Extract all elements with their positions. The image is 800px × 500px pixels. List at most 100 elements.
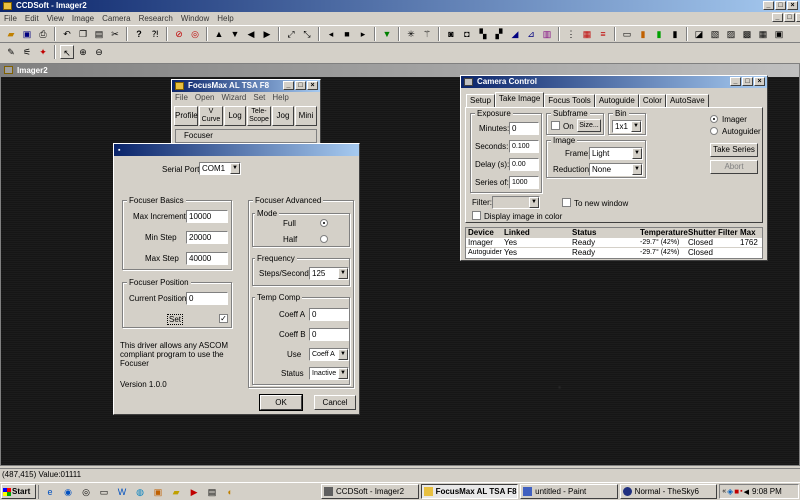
arrow-right-icon[interactable]: ▶ [260, 27, 274, 41]
arrow-up-icon[interactable]: ▲ [212, 27, 226, 41]
histogram-icon[interactable]: ◢ [508, 27, 522, 41]
zoom-in-icon[interactable]: ⊕ [76, 45, 90, 59]
max-increment-field[interactable]: 10000 [186, 210, 228, 223]
mdi-minimize-button[interactable]: _ [772, 13, 783, 22]
tray-arrow-icon[interactable]: « [722, 488, 726, 495]
display-color-checkbox[interactable] [472, 211, 481, 220]
expand-icon[interactable]: ⤢ [284, 27, 298, 41]
mosaic-icon[interactable]: ▩ [740, 27, 754, 41]
filter-select[interactable]: ▼ [492, 196, 540, 209]
volume-icon[interactable]: ◀ [744, 488, 749, 496]
app-icon-2[interactable]: ▶ [187, 485, 201, 499]
program-icon[interactable]: ▣ [151, 485, 165, 499]
clock[interactable]: 9:08 PM [752, 487, 782, 496]
set-checkbox[interactable]: ✓ [219, 314, 228, 323]
sequence-icon[interactable]: ⋮ [564, 27, 578, 41]
to-new-window-checkbox[interactable] [562, 198, 571, 207]
chevron-down-icon[interactable]: ▼ [529, 197, 539, 208]
tile-icon[interactable]: ▦ [756, 27, 770, 41]
link-camera-icon[interactable]: ⊘ [172, 27, 186, 41]
checker-icon[interactable]: ▞ [492, 27, 506, 41]
focusmax-menu-set[interactable]: Set [253, 92, 265, 104]
table-row[interactable]: Autoguider Yes Ready -29.7° (42%) Closed [466, 248, 762, 258]
brush-icon[interactable]: ⚟ [20, 45, 34, 59]
size-button[interactable]: Size... [577, 119, 601, 132]
menu-research[interactable]: Research [139, 12, 173, 25]
task-focusmax[interactable]: FocusMax AL TSA F8 [420, 484, 519, 499]
chevron-down-icon[interactable]: ▼ [338, 349, 348, 360]
full-radio[interactable] [320, 219, 328, 227]
stop-icon[interactable]: ■ [340, 27, 354, 41]
focusmax-menu-wizard[interactable]: Wizard [221, 92, 246, 104]
abort-button[interactable]: Abort [710, 160, 758, 174]
folder-icon[interactable]: ▰ [169, 485, 183, 499]
rainbow-icon[interactable]: ▮ [652, 27, 666, 41]
language-icon[interactable]: ▪ [740, 488, 742, 495]
tab-focus-tools[interactable]: Focus Tools [544, 94, 595, 107]
save-icon[interactable]: ▣ [20, 27, 34, 41]
mdi-close-button[interactable]: × [796, 13, 800, 22]
menu-window[interactable]: Window [181, 12, 209, 25]
chevron-down-icon[interactable]: ▼ [632, 148, 642, 159]
tab-take-image[interactable]: Take Image [494, 92, 545, 107]
media-icon[interactable]: ◎ [79, 485, 93, 499]
window-icon[interactable]: ▣ [772, 27, 786, 41]
telescope-button[interactable]: Tele-Scope [247, 106, 271, 126]
cut-icon[interactable]: ✂ [108, 27, 122, 41]
start-button[interactable]: Start [1, 484, 37, 499]
frame-select[interactable]: Light ▼ [589, 147, 643, 160]
shrink-icon[interactable]: ⤡ [300, 27, 314, 41]
open-icon[interactable]: ▰ [4, 27, 18, 41]
min-step-field[interactable]: 20000 [186, 231, 228, 244]
bin-select[interactable]: 1x1 ▼ [612, 120, 642, 133]
dark-frame-icon[interactable]: ◙ [444, 27, 458, 41]
autoguider-radio[interactable] [710, 127, 718, 135]
close-button[interactable]: × [787, 1, 798, 10]
unlink-camera-icon[interactable]: ◎ [188, 27, 202, 41]
color-bars-icon[interactable]: ▮ [636, 27, 650, 41]
table-row[interactable]: Imager Yes Ready -29.7° (42%) Closed 176… [466, 238, 762, 248]
task-paint[interactable]: untitled - Paint [520, 484, 618, 499]
help-icon[interactable]: ? [132, 27, 146, 41]
menu-file[interactable]: File [4, 12, 17, 25]
bar-graph-icon[interactable]: ▥ [540, 27, 554, 41]
grid-icon[interactable]: ▧ [708, 27, 722, 41]
camera-maximize-button[interactable]: □ [742, 77, 753, 86]
flat-frame-icon[interactable]: ◘ [460, 27, 474, 41]
app-icon-3[interactable]: ▤ [205, 485, 219, 499]
menu-edit[interactable]: Edit [25, 12, 39, 25]
tab-setup[interactable]: Setup [466, 94, 495, 107]
magic-wand-icon[interactable]: ⚚ [420, 27, 434, 41]
coeff-b-field[interactable]: 0 [309, 328, 349, 341]
v-curve-button[interactable]: V Curve [199, 106, 223, 126]
print-icon[interactable]: ⎙ [36, 27, 50, 41]
rgb-icon[interactable]: ≡ [596, 27, 610, 41]
context-help-icon[interactable]: ⁈ [148, 27, 162, 41]
focusmax-maximize-button[interactable]: □ [295, 81, 306, 90]
arrow-left-icon[interactable]: ◀ [244, 27, 258, 41]
star-icon[interactable]: ✳ [404, 27, 418, 41]
zoom-out-icon[interactable]: ⊖ [92, 45, 106, 59]
tab-autoguide[interactable]: Autoguide [594, 94, 639, 107]
menu-camera[interactable]: Camera [102, 12, 130, 25]
task-ccdsoft[interactable]: CCDSoft - Imager2 [321, 484, 419, 499]
menu-image[interactable]: Image [72, 12, 94, 25]
take-series-button[interactable]: Take Series [710, 143, 758, 157]
tab-color[interactable]: Color [638, 94, 666, 107]
tab-autosave[interactable]: AutoSave [665, 94, 709, 107]
chevron-down-icon[interactable]: ▼ [632, 164, 642, 175]
menu-view[interactable]: View [47, 12, 64, 25]
display-icon[interactable]: ▭ [620, 27, 634, 41]
chevron-down-icon[interactable]: ▼ [338, 368, 348, 379]
reduction-select[interactable]: None ▼ [589, 163, 643, 176]
cancel-button[interactable]: Cancel [314, 395, 356, 410]
crop-icon[interactable]: ▨ [724, 27, 738, 41]
mdi-restore-button[interactable]: □ [784, 13, 795, 22]
color-grid-icon[interactable]: ▦ [580, 27, 594, 41]
focusmax-menu-open[interactable]: Open [195, 92, 215, 104]
serial-port-select[interactable]: COM1 ▼ [199, 162, 241, 175]
set-checkbox-label[interactable]: Set [167, 314, 184, 325]
status-select[interactable]: Inactive ▼ [309, 367, 349, 380]
chevron-down-icon[interactable]: ▼ [230, 163, 240, 174]
ok-button[interactable]: OK [259, 394, 303, 411]
